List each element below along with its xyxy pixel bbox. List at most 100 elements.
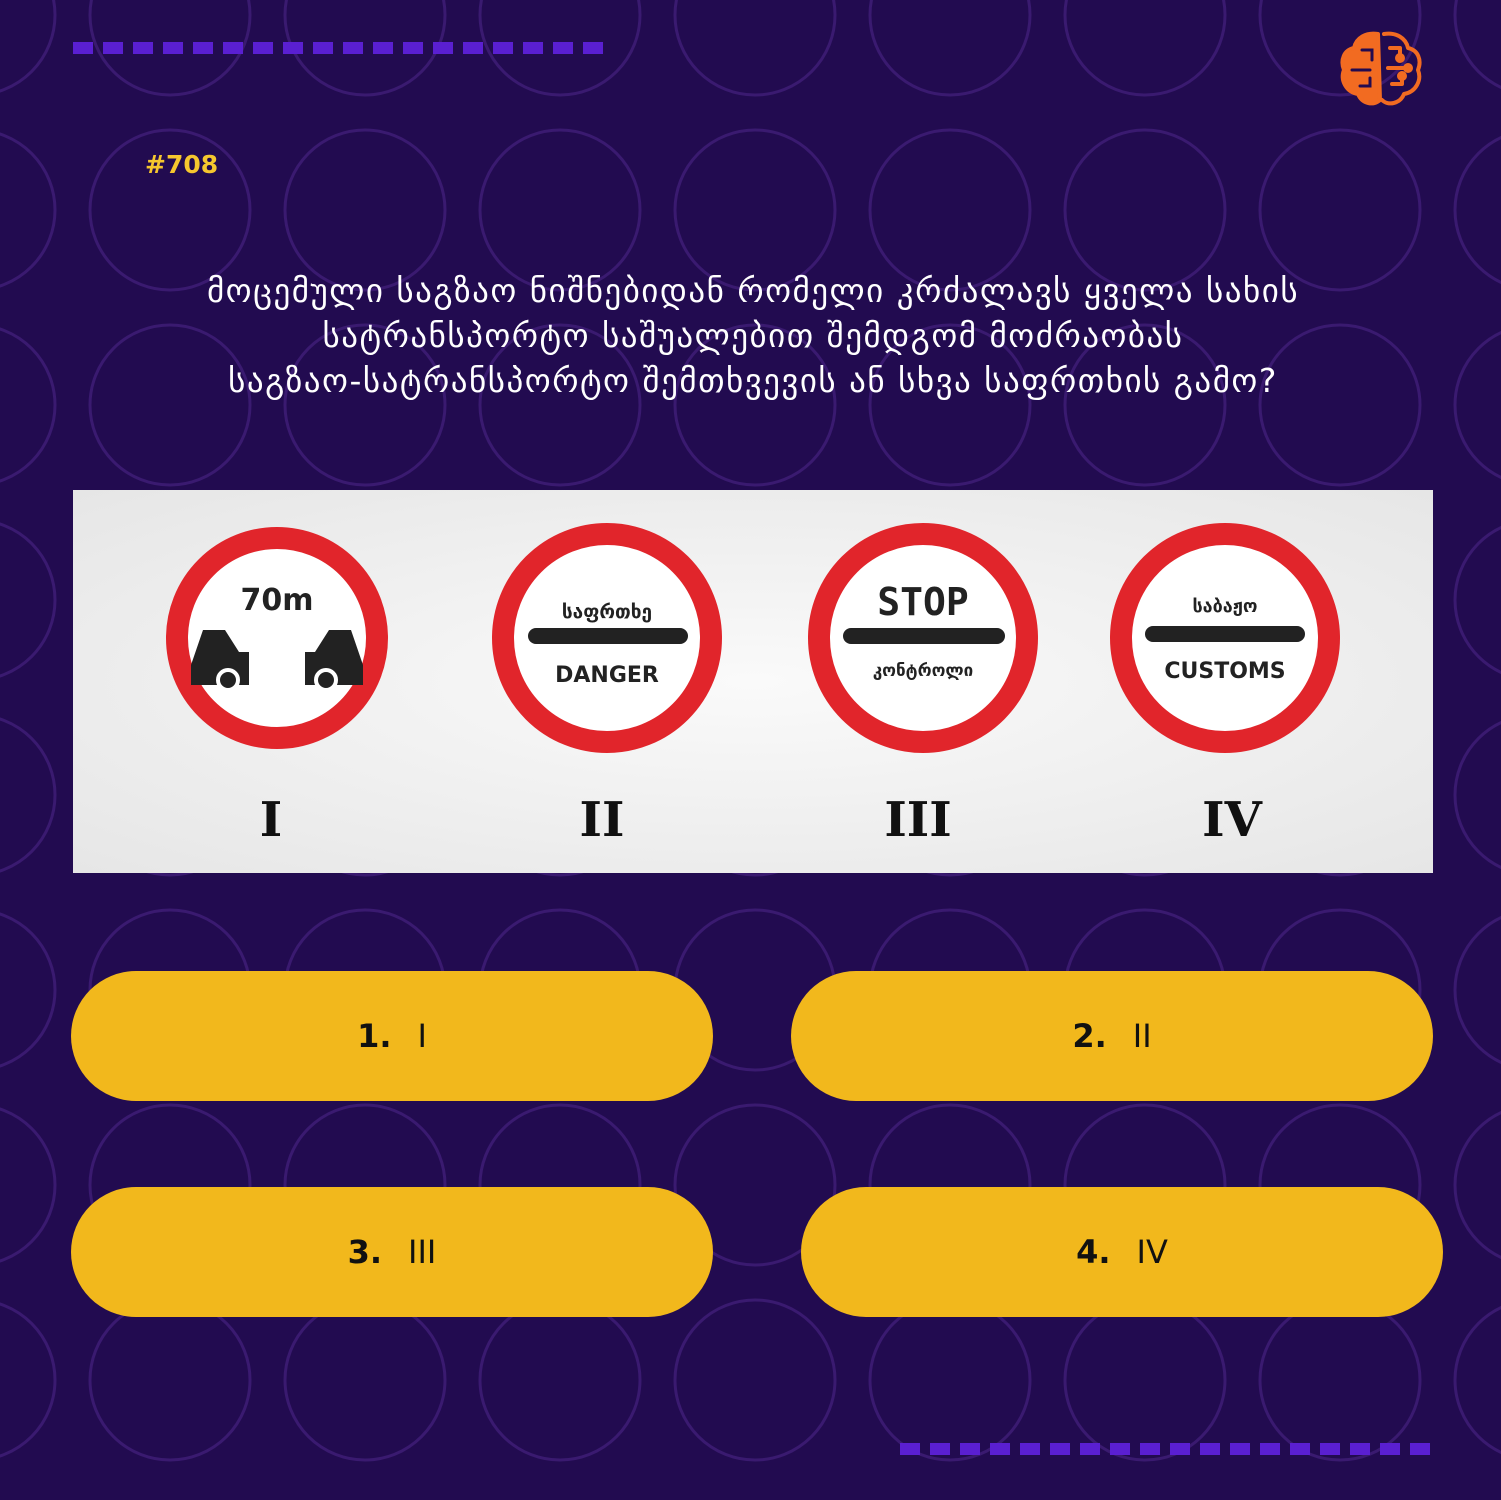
pattern-circle — [1453, 915, 1501, 1065]
sign-4-customs: საბაჟო CUSTOMS — [1110, 523, 1340, 753]
answer-1-value: I — [417, 1017, 427, 1055]
dash-segment — [960, 1443, 980, 1455]
sign-4-bottom-text: CUSTOMS — [1164, 659, 1285, 684]
sign-3-bottom-text: კონტროლი — [873, 661, 974, 681]
pattern-circle — [1258, 128, 1422, 292]
dash-segment — [403, 42, 423, 54]
dash-segment — [1410, 1443, 1430, 1455]
dash-segment — [1320, 1443, 1340, 1455]
dash-segment — [313, 42, 333, 54]
answer-4-number: 4. — [1076, 1233, 1111, 1271]
answer-2-value: II — [1132, 1017, 1152, 1055]
dash-segment — [1350, 1443, 1370, 1455]
pattern-circle — [673, 128, 837, 292]
sign-3-stop-control: STOP კონტროლი — [808, 523, 1038, 753]
answer-option-2[interactable]: 2. II — [791, 971, 1433, 1101]
answer-option-3[interactable]: 3. III — [71, 1187, 713, 1317]
dash-segment — [930, 1443, 950, 1455]
pattern-circle — [0, 717, 57, 873]
dash-segment — [433, 42, 453, 54]
pattern-circle — [868, 0, 1032, 97]
dash-segment — [493, 42, 513, 54]
pattern-circle — [1453, 525, 1501, 675]
pattern-circle — [868, 1298, 1032, 1462]
pattern-circle — [1063, 0, 1227, 97]
answer-3-number: 3. — [347, 1233, 383, 1271]
answer-option-4[interactable]: 4. IV — [801, 1187, 1443, 1317]
dash-segment — [1170, 1443, 1190, 1455]
dash-segment — [223, 42, 243, 54]
pattern-circle — [0, 522, 57, 678]
sign-1-numeral: I — [259, 792, 283, 848]
dash-segment — [1140, 1443, 1160, 1455]
pattern-circle — [0, 0, 57, 93]
dash-segment — [1110, 1443, 1130, 1455]
dash-segment — [133, 42, 153, 54]
pattern-circle — [1453, 135, 1501, 285]
pattern-circle — [0, 132, 57, 288]
answer-1-number: 1. — [357, 1017, 392, 1055]
dash-segment — [1020, 1443, 1040, 1455]
dash-segment — [1080, 1443, 1100, 1455]
question-line-2: სატრანსპორტო საშუალებით შემდგომ მოძრაობა… — [322, 316, 1184, 355]
sign-2-numeral: II — [579, 792, 625, 848]
dash-segment — [1290, 1443, 1310, 1455]
sign-2-bottom-text: DANGER — [555, 663, 659, 688]
pattern-circle — [1258, 1298, 1422, 1462]
dash-segment — [1380, 1443, 1400, 1455]
sign-1-no-overtaking-distance: 70m — [166, 527, 388, 749]
bottom-dash-decoration — [900, 1443, 1430, 1455]
pattern-circle — [1453, 0, 1501, 90]
dash-segment — [103, 42, 123, 54]
dash-segment — [553, 42, 573, 54]
sign-3-numeral: III — [884, 792, 952, 848]
dash-segment — [193, 42, 213, 54]
pattern-circle — [868, 128, 1032, 292]
top-dash-decoration — [73, 42, 603, 54]
sign-4-top-text: საბაჟო — [1192, 596, 1257, 617]
dash-segment — [583, 42, 603, 54]
pattern-circle — [0, 1107, 57, 1263]
pattern-circle — [1063, 1298, 1227, 1462]
dash-segment — [1050, 1443, 1070, 1455]
pattern-circle — [1453, 330, 1501, 480]
dash-segment — [253, 42, 273, 54]
sign-3-top-text: STOP — [877, 580, 969, 624]
dash-segment — [463, 42, 483, 54]
pattern-circle — [1453, 1305, 1501, 1455]
sign-2-top-text: საფრთხე — [562, 601, 652, 623]
dash-segment — [373, 42, 393, 54]
answer-option-1[interactable]: 1. I — [71, 971, 713, 1101]
question-line-1: მოცემული საგზაო ნიშნებიდან რომელი კრძალა… — [206, 271, 1300, 310]
dash-segment — [1200, 1443, 1220, 1455]
question-text: მოცემული საგზაო ნიშნებიდან რომელი კრძალა… — [73, 268, 1433, 403]
pattern-circle — [0, 327, 57, 483]
dash-segment — [163, 42, 183, 54]
sign-2-danger: საფრთხე DANGER — [492, 523, 722, 753]
dash-segment — [73, 42, 93, 54]
sign-1-top-text: 70m — [240, 583, 313, 618]
dash-segment — [1230, 1443, 1250, 1455]
dash-segment — [1260, 1443, 1280, 1455]
answer-2-number: 2. — [1072, 1017, 1107, 1055]
dash-segment — [523, 42, 543, 54]
pattern-circle — [1453, 720, 1501, 870]
question-number: #708 — [145, 150, 219, 179]
pattern-circle — [283, 128, 447, 292]
pattern-circle — [283, 1298, 447, 1462]
pattern-circle — [478, 1298, 642, 1462]
brain-circuit-icon — [1340, 31, 1422, 106]
pattern-circle — [0, 912, 57, 1068]
pattern-circle — [673, 0, 837, 97]
question-line-3: საგზაო-სატრანსპორტო შემთხვევის ან სხვა ს… — [228, 361, 1278, 400]
pattern-circle — [88, 1298, 252, 1462]
pattern-circle — [478, 128, 642, 292]
dash-segment — [900, 1443, 920, 1455]
pattern-circle — [673, 1298, 837, 1462]
pattern-circle — [0, 1302, 57, 1458]
answer-4-value: IV — [1136, 1233, 1168, 1271]
dash-segment — [283, 42, 303, 54]
sign-4-numeral: IV — [1202, 792, 1262, 848]
answer-3-value: III — [408, 1233, 437, 1271]
dash-segment — [990, 1443, 1010, 1455]
